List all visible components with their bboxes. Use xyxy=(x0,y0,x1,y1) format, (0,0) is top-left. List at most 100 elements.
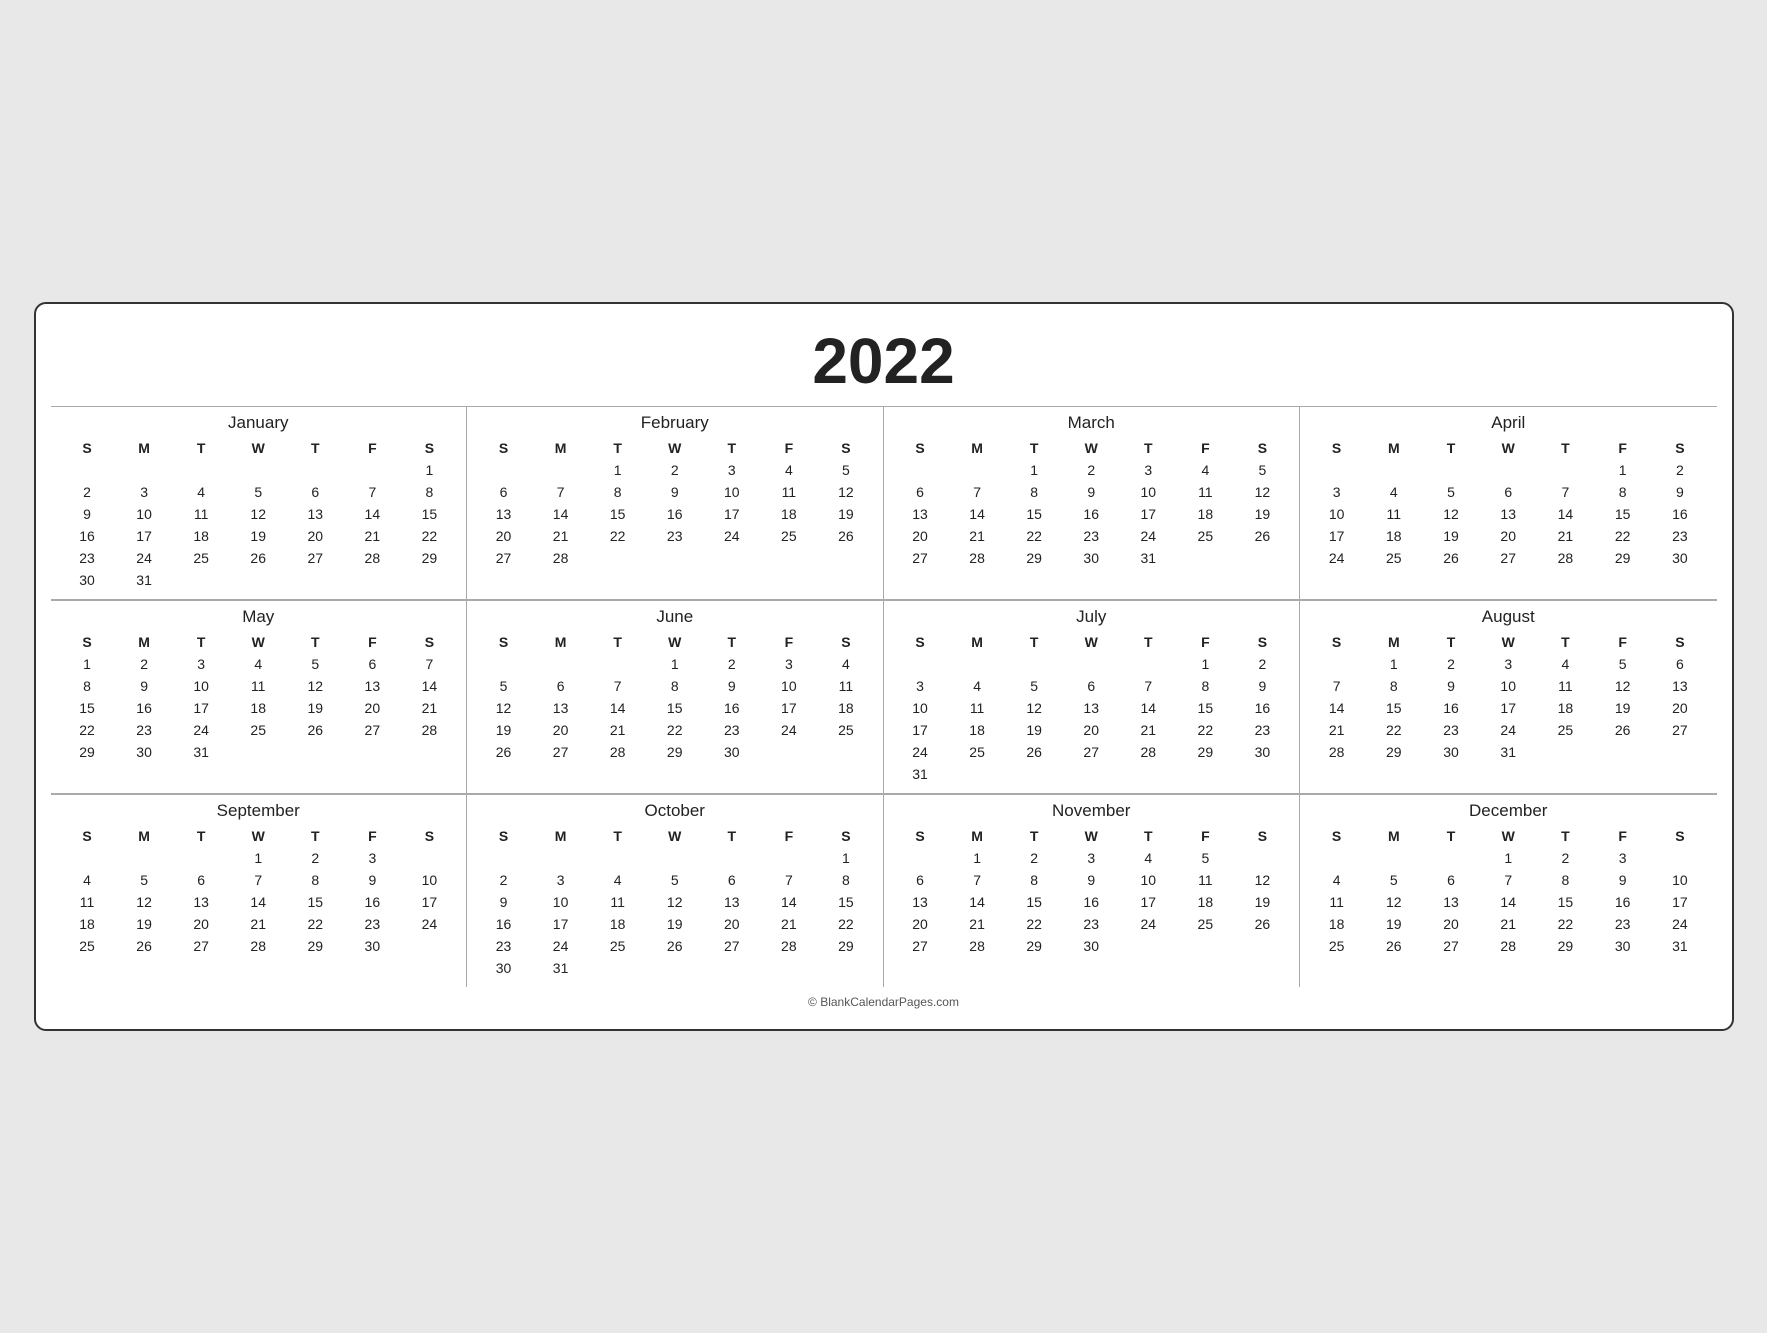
day-cell: 14 xyxy=(1120,697,1177,719)
week-row: 10111213141516 xyxy=(892,697,1292,719)
week-row: 3456789 xyxy=(892,675,1292,697)
day-cell: 6 xyxy=(532,675,589,697)
day-cell: 16 xyxy=(59,525,116,547)
day-header: T xyxy=(1537,631,1594,653)
month-cell-september: SeptemberSMTWTFS123456789101112131415161… xyxy=(51,794,468,987)
month-table-october: SMTWTFS123456789101112131415161718192021… xyxy=(475,825,875,979)
day-cell: 12 xyxy=(230,503,287,525)
day-cell xyxy=(344,957,401,963)
week-row: 1234567 xyxy=(59,653,459,675)
day-cell: 24 xyxy=(532,935,589,957)
week-row: 22232425262728 xyxy=(59,719,459,741)
day-cell: 27 xyxy=(287,547,344,569)
day-cell: 16 xyxy=(1234,697,1291,719)
day-cell: 10 xyxy=(1308,503,1365,525)
month-table-april: SMTWTFS123456789101112131415161718192021… xyxy=(1308,437,1709,575)
day-header: F xyxy=(1177,437,1234,459)
day-cell: 5 xyxy=(1177,847,1234,869)
day-cell xyxy=(703,763,760,769)
day-cell: 6 xyxy=(344,653,401,675)
day-cell xyxy=(401,847,458,869)
day-cell xyxy=(817,957,874,979)
day-cell xyxy=(1063,957,1120,963)
day-cell: 20 xyxy=(475,525,532,547)
day-header: S xyxy=(401,631,458,653)
day-cell: 7 xyxy=(344,481,401,503)
footer: © BlankCalendarPages.com xyxy=(51,995,1717,1009)
day-header: F xyxy=(1594,825,1651,847)
day-cell: 12 xyxy=(817,481,874,503)
week-row: 12131415161718 xyxy=(475,697,875,719)
day-cell xyxy=(646,547,703,569)
day-cell: 7 xyxy=(401,653,458,675)
day-cell: 10 xyxy=(760,675,817,697)
day-cell: 20 xyxy=(703,913,760,935)
day-cell xyxy=(1480,459,1537,481)
day-header: W xyxy=(646,825,703,847)
day-cell: 19 xyxy=(287,697,344,719)
day-cell: 27 xyxy=(1422,935,1479,957)
day-cell: 15 xyxy=(59,697,116,719)
month-name-august: August xyxy=(1308,607,1709,627)
day-cell xyxy=(1422,847,1479,869)
day-cell: 29 xyxy=(1006,935,1063,957)
day-cell xyxy=(589,763,646,769)
day-cell xyxy=(1594,957,1651,963)
day-cell xyxy=(1651,847,1708,869)
day-cell xyxy=(589,569,646,575)
day-cell: 23 xyxy=(1594,913,1651,935)
day-cell: 15 xyxy=(817,891,874,913)
day-cell: 15 xyxy=(589,503,646,525)
day-cell: 28 xyxy=(760,935,817,957)
day-cell: 9 xyxy=(1234,675,1291,697)
day-header: T xyxy=(1120,825,1177,847)
week-row: 6789101112 xyxy=(892,869,1292,891)
day-cell: 22 xyxy=(1594,525,1651,547)
day-cell: 16 xyxy=(1063,503,1120,525)
day-cell xyxy=(703,847,760,869)
day-header: M xyxy=(1365,437,1422,459)
week-row: 123 xyxy=(1308,847,1709,869)
day-cell xyxy=(1365,459,1422,481)
month-table-november: SMTWTFS123456789101112131415161718192021… xyxy=(892,825,1292,963)
day-cell: 17 xyxy=(1651,891,1708,913)
day-cell xyxy=(475,653,532,675)
day-cell: 2 xyxy=(475,869,532,891)
day-cell: 9 xyxy=(1063,481,1120,503)
day-cell xyxy=(344,569,401,591)
day-cell xyxy=(1234,957,1291,963)
day-cell: 10 xyxy=(1120,869,1177,891)
day-cell: 12 xyxy=(1234,481,1291,503)
day-header: T xyxy=(1120,631,1177,653)
day-cell xyxy=(1120,957,1177,963)
day-cell xyxy=(287,957,344,963)
day-cell xyxy=(703,957,760,979)
day-header: W xyxy=(1480,825,1537,847)
day-cell: 27 xyxy=(173,935,230,957)
day-cell: 13 xyxy=(287,503,344,525)
week-row: 1 xyxy=(59,459,459,481)
week-row: 15161718192021 xyxy=(59,697,459,719)
day-header: S xyxy=(475,631,532,653)
day-cell: 26 xyxy=(230,547,287,569)
month-cell-january: JanuarySMTWTFS12345678910111213141516171… xyxy=(51,406,468,600)
day-header: F xyxy=(760,631,817,653)
day-cell: 2 xyxy=(1006,847,1063,869)
day-cell: 21 xyxy=(230,913,287,935)
day-header: S xyxy=(892,437,949,459)
week-row: 24252627282930 xyxy=(1308,547,1709,569)
day-cell: 10 xyxy=(532,891,589,913)
day-cell: 8 xyxy=(287,869,344,891)
day-cell: 17 xyxy=(1120,891,1177,913)
day-cell: 9 xyxy=(703,675,760,697)
day-cell: 2 xyxy=(703,653,760,675)
day-cell: 26 xyxy=(1234,525,1291,547)
day-header: T xyxy=(287,631,344,653)
day-cell: 26 xyxy=(475,741,532,763)
day-cell xyxy=(1594,741,1651,763)
day-cell: 4 xyxy=(949,675,1006,697)
day-cell: 23 xyxy=(1234,719,1291,741)
day-header: S xyxy=(1651,437,1708,459)
day-cell: 2 xyxy=(287,847,344,869)
day-cell: 28 xyxy=(230,935,287,957)
